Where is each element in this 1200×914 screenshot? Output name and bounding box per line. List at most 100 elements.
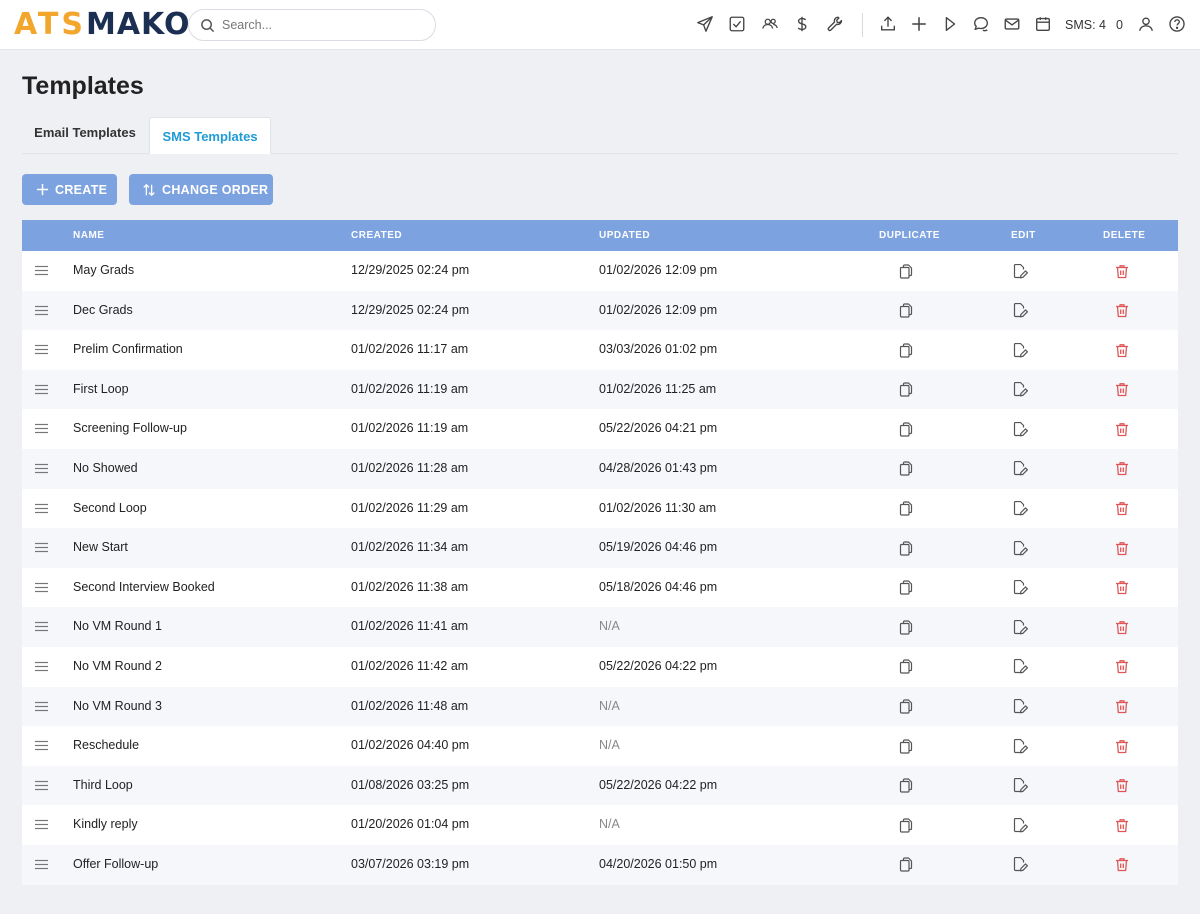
delete-icon[interactable]	[1113, 777, 1131, 795]
chat-icon[interactable]	[971, 14, 991, 34]
send-icon[interactable]	[695, 14, 715, 34]
table-row: No VM Round 3 01/02/2026 11:48 am N/A	[22, 686, 1178, 727]
drag-handle-icon[interactable]	[35, 582, 48, 593]
delete-icon[interactable]	[1113, 816, 1131, 834]
duplicate-icon[interactable]	[897, 302, 915, 320]
templates-table: NAME CREATED UPDATED DUPLICATE EDIT DELE…	[22, 220, 1178, 885]
duplicate-icon[interactable]	[897, 341, 915, 359]
upload-icon[interactable]	[878, 14, 898, 34]
duplicate-icon[interactable]	[897, 618, 915, 636]
drag-handle-icon[interactable]	[35, 305, 48, 316]
duplicate-icon[interactable]	[897, 698, 915, 716]
edit-icon[interactable]	[1011, 381, 1029, 399]
table-row: Second Loop 01/02/2026 11:29 am 01/02/20…	[22, 488, 1178, 529]
drag-handle-icon[interactable]	[35, 344, 48, 355]
delete-icon[interactable]	[1113, 539, 1131, 557]
edit-icon[interactable]	[1011, 579, 1029, 597]
updated-date: N/A	[599, 619, 620, 634]
search-input[interactable]	[222, 15, 422, 35]
checkbox-icon[interactable]	[727, 14, 747, 34]
drag-handle-icon[interactable]	[35, 463, 48, 474]
duplicate-icon[interactable]	[897, 500, 915, 518]
updated-date: 05/18/2026 04:46 pm	[599, 579, 718, 594]
edit-icon[interactable]	[1011, 460, 1029, 478]
delete-icon[interactable]	[1113, 420, 1131, 438]
duplicate-icon[interactable]	[897, 381, 915, 399]
duplicate-icon[interactable]	[897, 658, 915, 676]
drag-handle-icon[interactable]	[35, 503, 48, 514]
delete-icon[interactable]	[1113, 262, 1131, 280]
edit-icon[interactable]	[1011, 420, 1029, 438]
duplicate-icon[interactable]	[897, 579, 915, 597]
create-button[interactable]: CREATE	[22, 174, 117, 205]
drag-handle-icon[interactable]	[35, 542, 48, 553]
calendar-icon[interactable]	[1033, 14, 1053, 34]
edit-icon[interactable]	[1011, 737, 1029, 755]
delete-icon[interactable]	[1113, 381, 1131, 399]
delete-icon[interactable]	[1113, 698, 1131, 716]
edit-icon[interactable]	[1011, 658, 1029, 676]
edit-icon[interactable]	[1011, 500, 1029, 518]
duplicate-icon[interactable]	[897, 460, 915, 478]
delete-icon[interactable]	[1113, 500, 1131, 518]
edit-icon[interactable]	[1011, 618, 1029, 636]
delete-icon[interactable]	[1113, 302, 1131, 320]
header-name[interactable]: NAME	[73, 220, 104, 251]
edit-icon[interactable]	[1011, 341, 1029, 359]
drag-handle-icon[interactable]	[35, 621, 48, 632]
edit-icon[interactable]	[1011, 856, 1029, 874]
template-name: No VM Round 1	[73, 619, 162, 634]
updated-date: 01/02/2026 11:25 am	[599, 381, 717, 396]
edit-icon[interactable]	[1011, 777, 1029, 795]
plus-icon	[36, 183, 49, 196]
created-date: 12/29/2025 02:24 pm	[351, 263, 470, 277]
delete-icon[interactable]	[1113, 618, 1131, 636]
drag-handle-icon[interactable]	[35, 780, 48, 791]
duplicate-icon[interactable]	[897, 737, 915, 755]
drag-handle-icon[interactable]	[35, 384, 48, 395]
header-updated[interactable]: UPDATED	[599, 220, 650, 251]
delete-icon[interactable]	[1113, 658, 1131, 676]
template-name: Offer Follow-up	[73, 856, 159, 871]
help-icon[interactable]	[1167, 14, 1187, 34]
drag-handle-icon[interactable]	[35, 819, 48, 830]
edit-icon[interactable]	[1011, 262, 1029, 280]
duplicate-icon[interactable]	[897, 856, 915, 874]
user-icon[interactable]	[1136, 14, 1156, 34]
delete-icon[interactable]	[1113, 856, 1131, 874]
duplicate-icon[interactable]	[897, 816, 915, 834]
edit-icon[interactable]	[1011, 539, 1029, 557]
tab-email-templates[interactable]: Email Templates	[22, 117, 148, 154]
drag-handle-icon[interactable]	[35, 859, 48, 870]
delete-icon[interactable]	[1113, 579, 1131, 597]
top-bar: ATSMAKO SMS: 4 0	[0, 0, 1200, 50]
drag-handle-icon[interactable]	[35, 265, 48, 276]
change-order-button[interactable]: CHANGE ORDER	[129, 174, 273, 205]
tab-sms-templates[interactable]: SMS Templates	[149, 117, 271, 154]
header-created[interactable]: CREATED	[351, 220, 402, 251]
duplicate-icon[interactable]	[897, 262, 915, 280]
duplicate-icon[interactable]	[897, 539, 915, 557]
table-row: May Grads 12/29/2025 02:24 pm 01/02/2026…	[22, 251, 1178, 291]
drag-handle-icon[interactable]	[35, 701, 48, 712]
header-edit: EDIT	[1011, 230, 1036, 241]
edit-icon[interactable]	[1011, 698, 1029, 716]
template-name: No Showed	[73, 460, 138, 475]
duplicate-icon[interactable]	[897, 420, 915, 438]
play-icon[interactable]	[940, 14, 960, 34]
delete-icon[interactable]	[1113, 341, 1131, 359]
edit-icon[interactable]	[1011, 816, 1029, 834]
users-icon[interactable]	[760, 14, 780, 34]
plus-icon[interactable]	[909, 14, 929, 34]
wrench-icon[interactable]	[825, 14, 845, 34]
dollar-icon[interactable]	[792, 14, 812, 34]
drag-handle-icon[interactable]	[35, 740, 48, 751]
drag-handle-icon[interactable]	[35, 423, 48, 434]
delete-icon[interactable]	[1113, 460, 1131, 478]
logo[interactable]: ATSMAKO	[14, 8, 190, 42]
duplicate-icon[interactable]	[897, 777, 915, 795]
mail-icon[interactable]	[1002, 14, 1022, 34]
drag-handle-icon[interactable]	[35, 661, 48, 672]
edit-icon[interactable]	[1011, 302, 1029, 320]
delete-icon[interactable]	[1113, 737, 1131, 755]
